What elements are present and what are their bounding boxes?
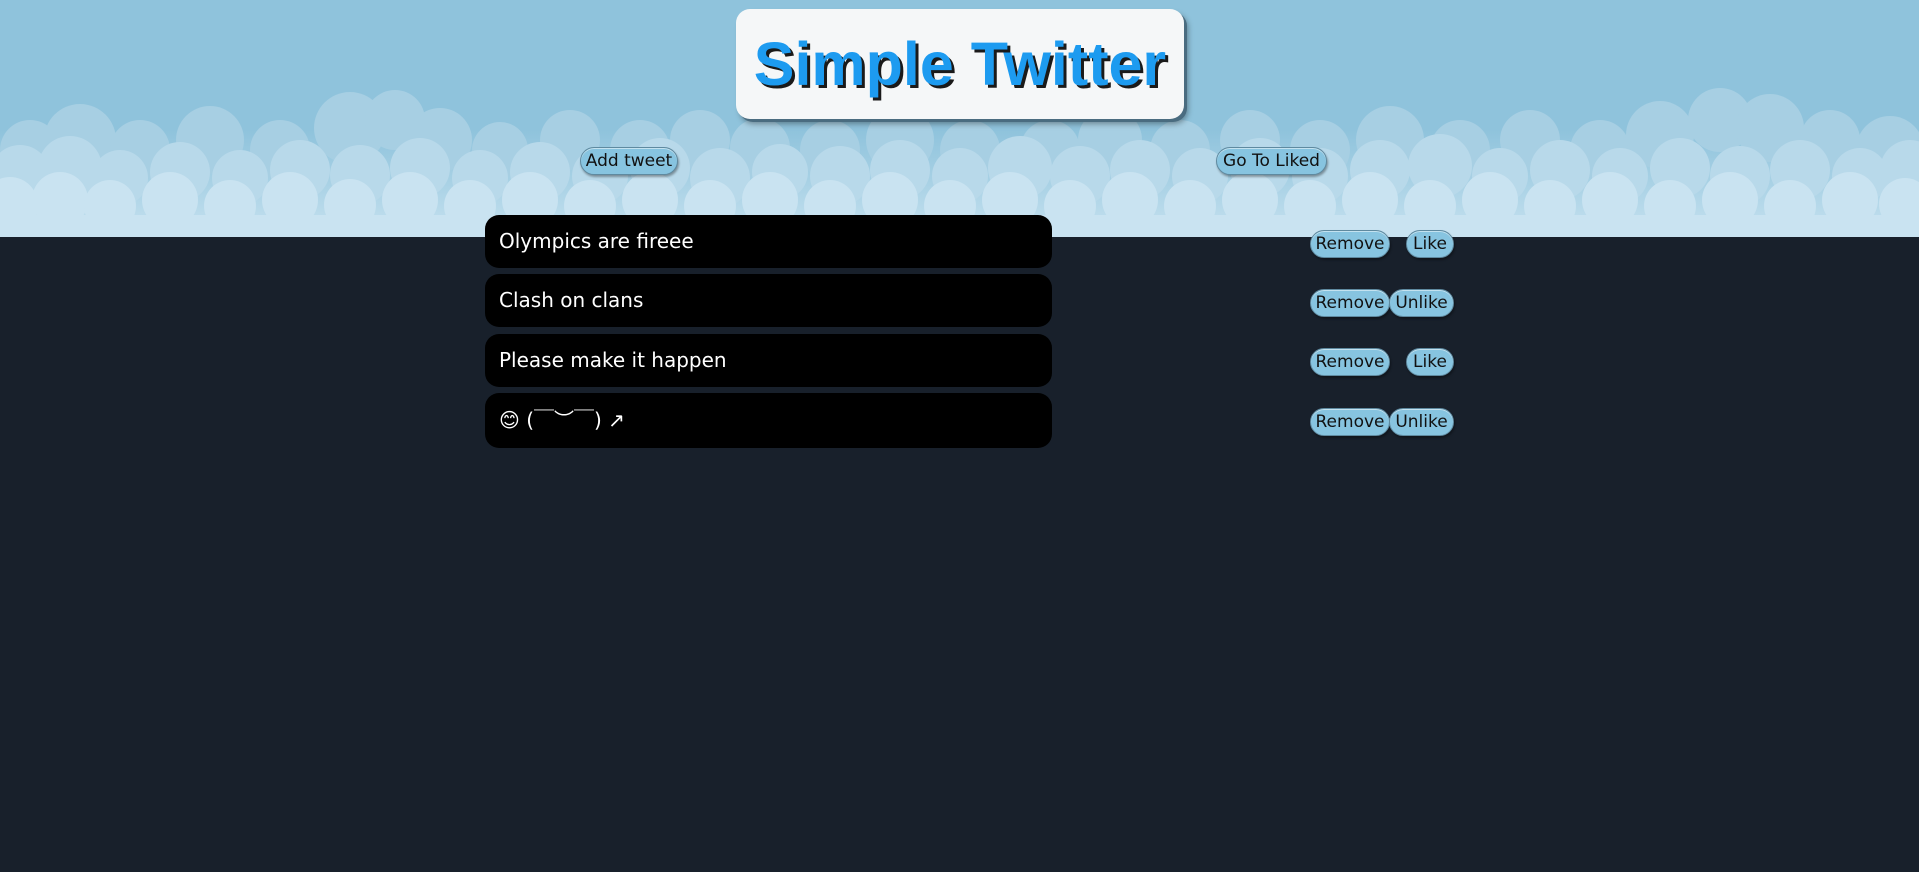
remove-tweet-button[interactable]: Remove [1310,289,1390,317]
unlike-button[interactable]: Unlike [1389,408,1454,436]
tweet-card: 😊 (￣︶￣) ↗ [485,393,1052,448]
remove-tweet-button[interactable]: Remove [1310,408,1390,436]
app-title-card: Simple Twitter [736,9,1184,119]
tweet-card: Clash on clans [485,274,1052,327]
like-button[interactable]: Like [1406,348,1454,376]
remove-tweet-button[interactable]: Remove [1310,230,1390,258]
add-tweet-button[interactable]: Add tweet [580,147,678,175]
go-to-liked-button[interactable]: Go To Liked [1216,147,1327,175]
app-title: Simple Twitter [753,30,1167,98]
remove-tweet-button[interactable]: Remove [1310,348,1390,376]
like-button[interactable]: Like [1406,230,1454,258]
tweet-card: Please make it happen [485,334,1052,387]
tweet-card: Olympics are fireee [485,215,1052,268]
unlike-button[interactable]: Unlike [1389,289,1454,317]
